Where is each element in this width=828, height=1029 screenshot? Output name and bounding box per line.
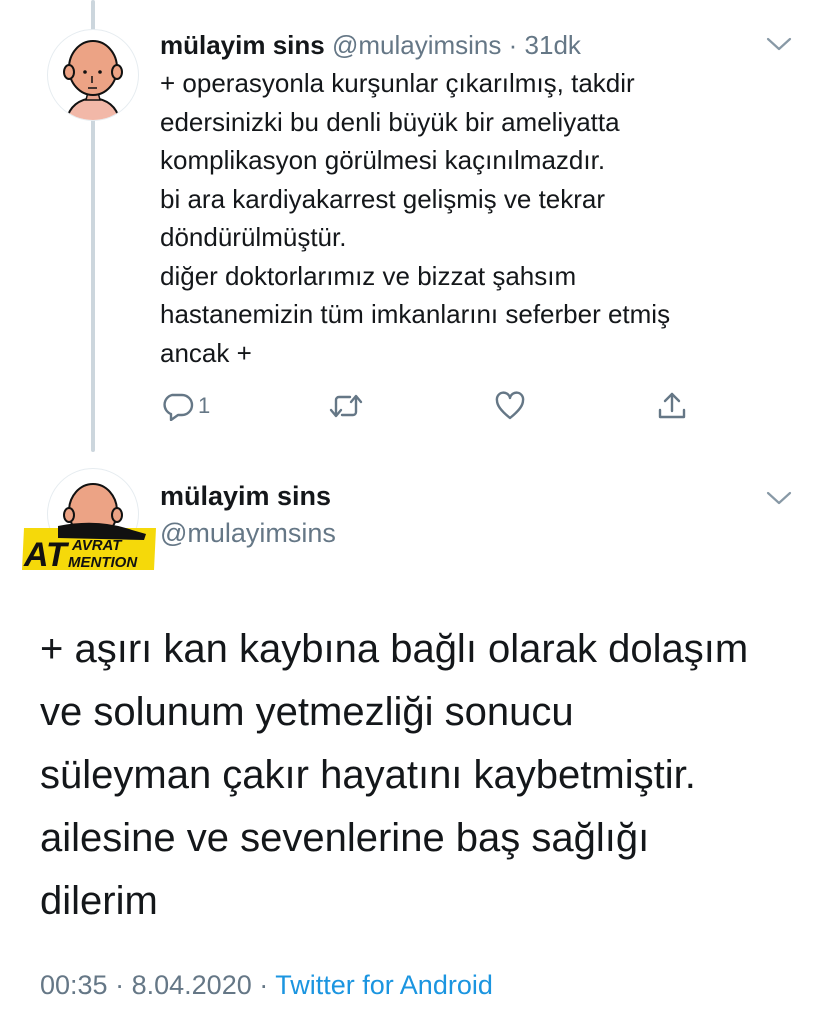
- separator-dot: ·: [115, 970, 125, 1000]
- reply-icon: [163, 393, 194, 421]
- reply-tweet[interactable]: mülayim sins @mulayimsins · 31dk + opera…: [160, 28, 800, 372]
- tweet-time[interactable]: 00:35: [40, 970, 108, 1000]
- display-name[interactable]: mülayim sins: [160, 30, 325, 60]
- share-icon: [658, 392, 686, 419]
- cartoon-face-icon: [63, 40, 123, 120]
- watermark-big-text: AT: [23, 536, 70, 572]
- like-button[interactable]: [494, 388, 526, 424]
- watermark-top-text: AVRAT: [71, 537, 123, 554]
- avatar[interactable]: [47, 29, 139, 121]
- tweet-source-link[interactable]: Twitter for Android: [275, 970, 493, 1000]
- user-handle[interactable]: @mulayimsins: [160, 518, 336, 549]
- user-handle[interactable]: @mulayimsins: [332, 30, 501, 60]
- chevron-down-icon[interactable]: [766, 490, 792, 506]
- reply-button[interactable]: 1: [162, 388, 210, 424]
- chevron-down-icon[interactable]: [766, 36, 792, 52]
- separator-dot: ·: [508, 30, 518, 60]
- tweet-text: + operasyonla kurşunlar çıkarılmış, takd…: [160, 68, 671, 368]
- tweet-text: + aşırı kan kaybına bağlı olarak dolaşım…: [40, 627, 749, 923]
- share-button[interactable]: [656, 388, 688, 424]
- watermark-logo: AT AVRAT MENTION: [20, 462, 160, 574]
- tweet-time[interactable]: 31dk: [525, 30, 581, 60]
- reply-count: 1: [198, 393, 211, 418]
- tweet-date[interactable]: 8.04.2020: [132, 970, 252, 1000]
- like-icon: [495, 391, 525, 420]
- separator-dot: ·: [259, 970, 269, 1000]
- tweet-footer: 00:35 · 8.04.2020 · Twitter for Android: [40, 970, 493, 1001]
- at-mention-logo: AT AVRAT MENTION: [22, 522, 156, 572]
- retweet-button[interactable]: [328, 388, 364, 424]
- watermark-bottom-text: MENTION: [68, 554, 138, 571]
- retweet-icon: [329, 394, 363, 418]
- tweet-actions: 1: [160, 388, 720, 424]
- tweet-header: mülayim sins @mulayimsins · 31dk: [160, 28, 800, 62]
- display-name[interactable]: mülayim sins: [160, 481, 331, 512]
